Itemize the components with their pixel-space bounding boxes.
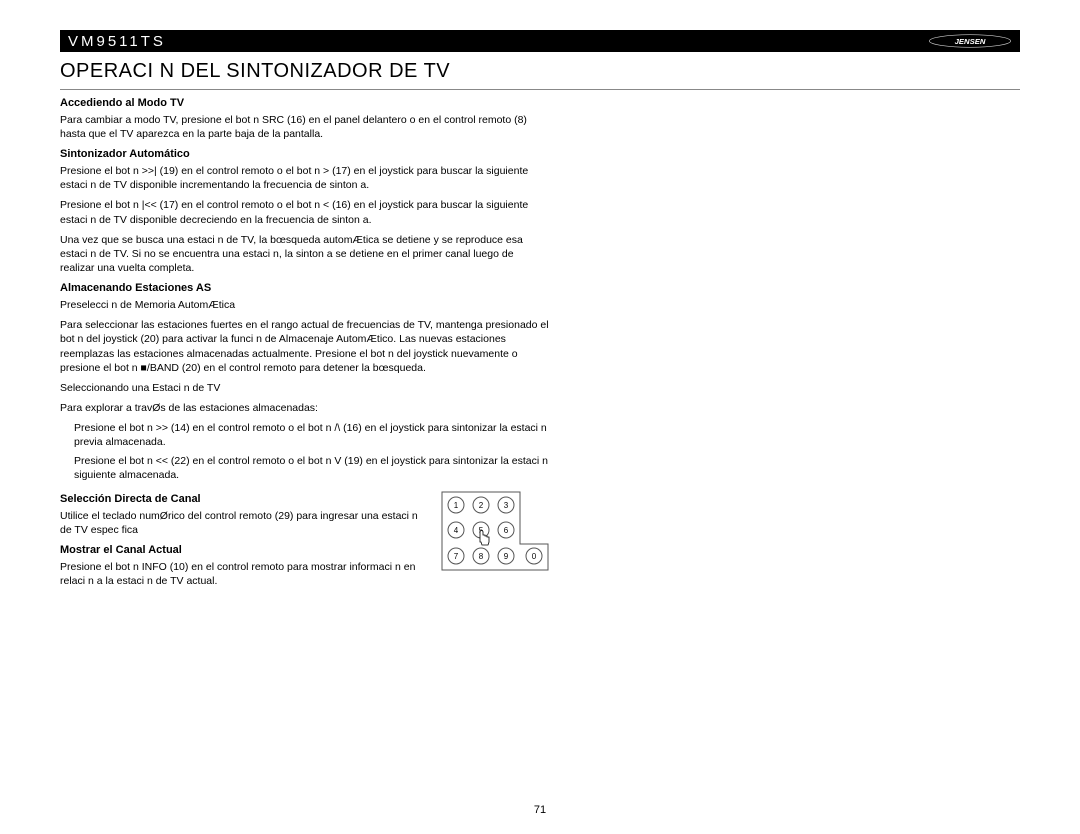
heading-storing-stations: Almacenando Estaciones AS [60, 281, 550, 296]
jensen-logo-icon: JENSEN [928, 34, 1012, 48]
svg-text:7: 7 [454, 552, 459, 561]
paragraph: Para explorar a travØs de las estaciones… [60, 401, 550, 415]
subheading: Seleccionando una Estaci n de TV [60, 381, 550, 395]
paragraph: Presione el bot n |<< (17) en el control… [60, 198, 550, 226]
subheading: Preselecci n de Memoria AutomÆtica [60, 298, 550, 312]
bullet-item: Presione el bot n << (22) en el control … [74, 454, 550, 482]
keypad-icon: 1 2 3 4 5 6 7 8 9 0 [440, 490, 550, 572]
manual-page: VM9511TS JENSEN OPERACI N DEL SINTONIZAD… [0, 0, 1080, 594]
paragraph: Presione el bot n >>| (19) en el control… [60, 164, 550, 192]
svg-text:0: 0 [532, 552, 537, 561]
svg-text:JENSEN: JENSEN [955, 37, 986, 46]
svg-text:9: 9 [504, 552, 509, 561]
bullet-item: Presione el bot n >> (14) en el control … [74, 421, 550, 449]
model-number: VM9511TS [68, 33, 166, 50]
title-divider [60, 89, 1020, 90]
heading-direct-channel: Selección Directa de Canal [60, 492, 428, 507]
heading-auto-tuner: Sintonizador Automático [60, 147, 550, 162]
body-content: Accediendo al Modo TV Para cambiar a mod… [60, 96, 550, 594]
page-number: 71 [0, 804, 1080, 816]
svg-text:4: 4 [454, 526, 459, 535]
svg-text:1: 1 [454, 501, 459, 510]
brand-logo: JENSEN [928, 34, 1012, 48]
paragraph: Presione el bot n INFO (10) en el contro… [60, 560, 428, 588]
keypad-illustration: 1 2 3 4 5 6 7 8 9 0 [440, 486, 550, 594]
cursor-hand-icon [480, 530, 489, 545]
header-bar: VM9511TS JENSEN [60, 30, 1020, 52]
svg-text:3: 3 [504, 501, 509, 510]
svg-text:2: 2 [479, 501, 484, 510]
two-column-section: Selección Directa de Canal Utilice el te… [60, 486, 550, 594]
paragraph: Utilice el teclado numØrico del control … [60, 509, 428, 537]
bullet-group: Presione el bot n >> (14) en el control … [60, 421, 550, 482]
svg-text:6: 6 [504, 526, 509, 535]
paragraph: Una vez que se busca una estaci n de TV,… [60, 233, 550, 276]
heading-accessing-tv: Accediendo al Modo TV [60, 96, 550, 111]
left-column: Selección Directa de Canal Utilice el te… [60, 486, 428, 594]
paragraph: Para cambiar a modo TV, presione el bot … [60, 113, 550, 141]
page-title: OPERACI N DEL SINTONIZADOR DE TV [60, 60, 1020, 83]
paragraph: Para seleccionar las estaciones fuertes … [60, 318, 550, 375]
heading-show-current: Mostrar el Canal Actual [60, 543, 428, 558]
svg-text:8: 8 [479, 552, 484, 561]
